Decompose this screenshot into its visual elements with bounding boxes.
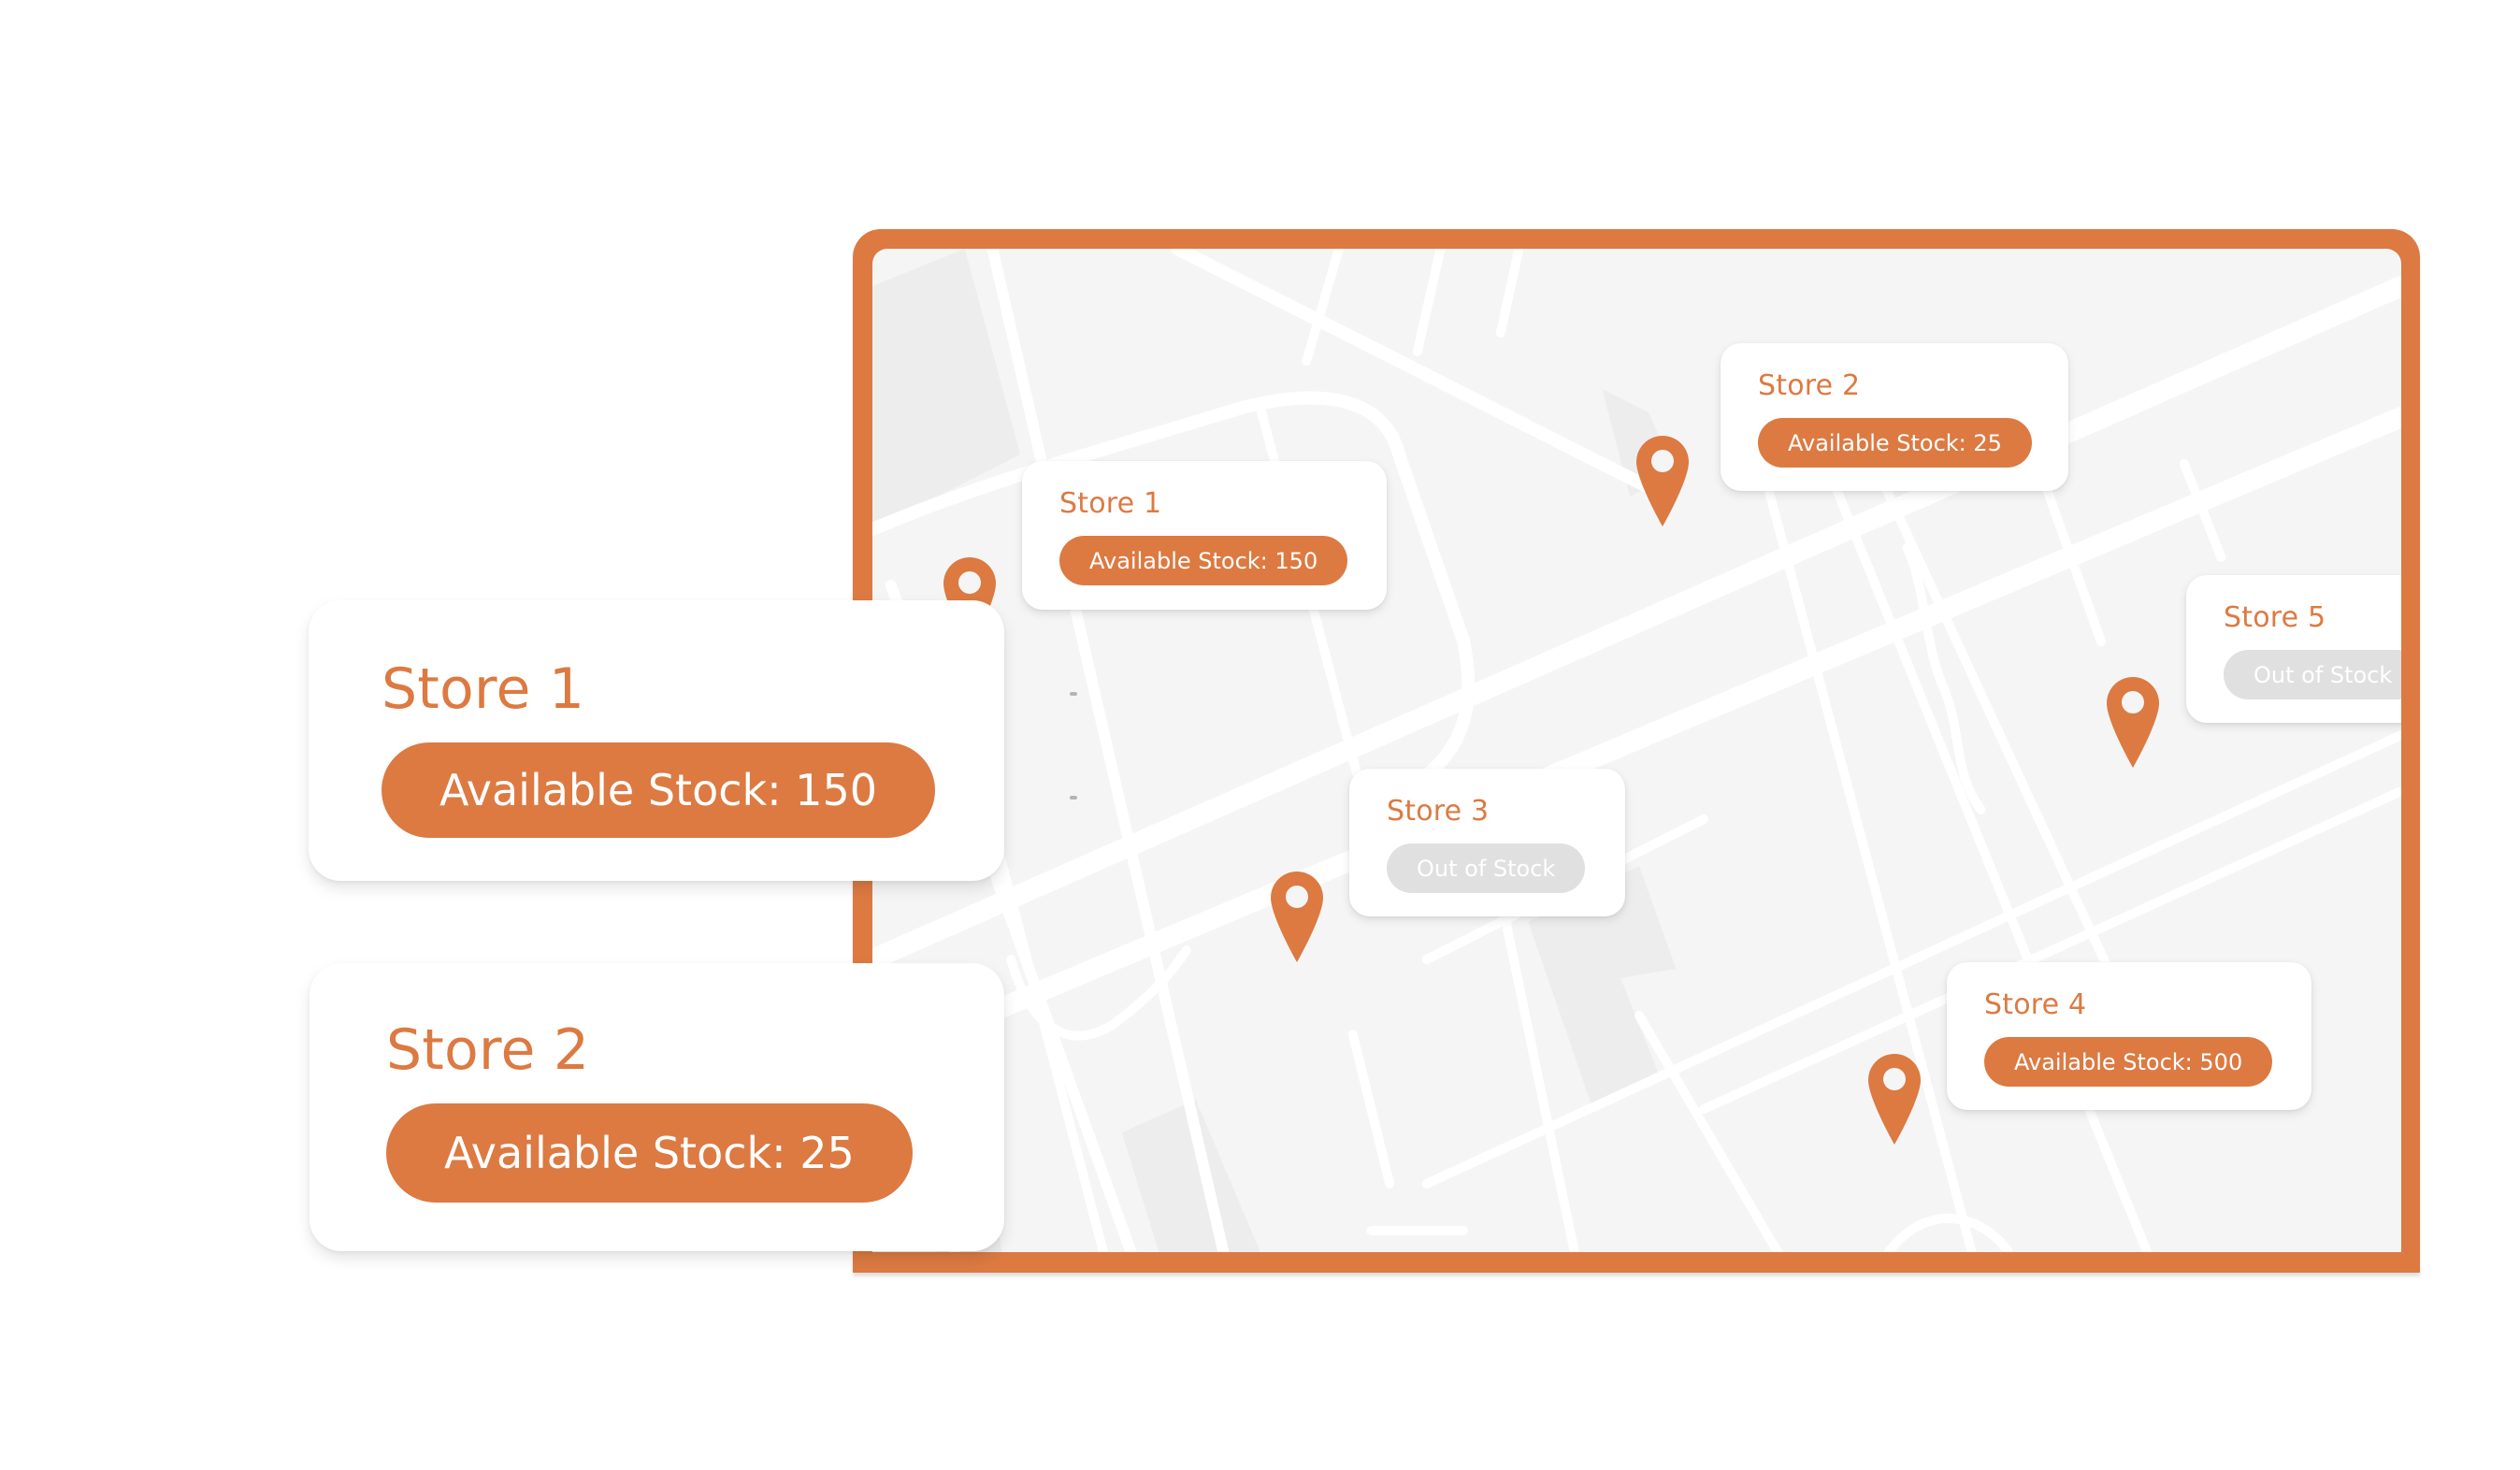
map-pin-store-3[interactable]: [1271, 872, 1323, 962]
map-store-card-4[interactable]: Store 4 Available Stock: 500: [1947, 962, 2311, 1110]
map-store-card-5-clip: Store 5 Out of Stock: [2179, 561, 2401, 739]
store-name: Store 2: [1758, 369, 1861, 402]
map-pin-icon: [1868, 1054, 1921, 1145]
store-name: Store 1: [1059, 487, 1162, 520]
map-road: [1412, 249, 1446, 356]
stock-badge: Available Stock: 25: [386, 1103, 913, 1203]
store-name: Store 1: [382, 656, 585, 722]
stock-badge: Available Stock: 25: [1758, 418, 2032, 468]
stock-badge: Available Stock: 500: [1984, 1037, 2273, 1087]
map-road: [1883, 1214, 2014, 1252]
map-marker-dot: [1070, 796, 1077, 800]
map-marker-dot: [1070, 692, 1077, 696]
map-road: [1754, 450, 1977, 1252]
map-store-card-2[interactable]: Store 2 Available Stock: 25: [1721, 343, 2068, 491]
map-road: [1347, 1030, 1395, 1189]
stock-badge: Out of Stock: [2224, 650, 2401, 699]
featured-store-card-2[interactable]: Store 2 Available Stock: 25: [310, 963, 1004, 1251]
store-name: Store 4: [1984, 988, 2087, 1021]
map-pin-store-4[interactable]: [1868, 1054, 1921, 1145]
map-road: [1302, 249, 1344, 366]
stock-badge: Out of Stock: [1387, 843, 1586, 893]
map-pin-icon: [1636, 436, 1689, 526]
featured-store-card-1[interactable]: Store 1 Available Stock: 150: [309, 600, 1004, 881]
map-road: [1171, 249, 1664, 498]
map-pin-icon: [1271, 872, 1323, 962]
map-pin-store-2[interactable]: [1636, 436, 1689, 526]
stock-badge: Available Stock: 150: [382, 742, 936, 838]
store-name: Store 5: [2224, 601, 2326, 634]
map-store-card-3[interactable]: Store 3 Out of Stock: [1349, 769, 1625, 916]
store-name: Store 2: [386, 1017, 590, 1083]
store-name: Store 3: [1387, 795, 1490, 828]
map-road: [986, 249, 1230, 1252]
store-map-frame: [853, 229, 2420, 1273]
map-road: [1495, 249, 1524, 338]
map-road: [872, 276, 2401, 970]
stock-badge: Available Stock: 150: [1059, 536, 1348, 585]
map-pin-icon: [2107, 677, 2159, 768]
map-store-card-1[interactable]: Store 1 Available Stock: 150: [1022, 461, 1387, 610]
map-store-card-5[interactable]: Store 5 Out of Stock: [2186, 575, 2401, 723]
map-pin-store-5[interactable]: [2107, 677, 2159, 768]
